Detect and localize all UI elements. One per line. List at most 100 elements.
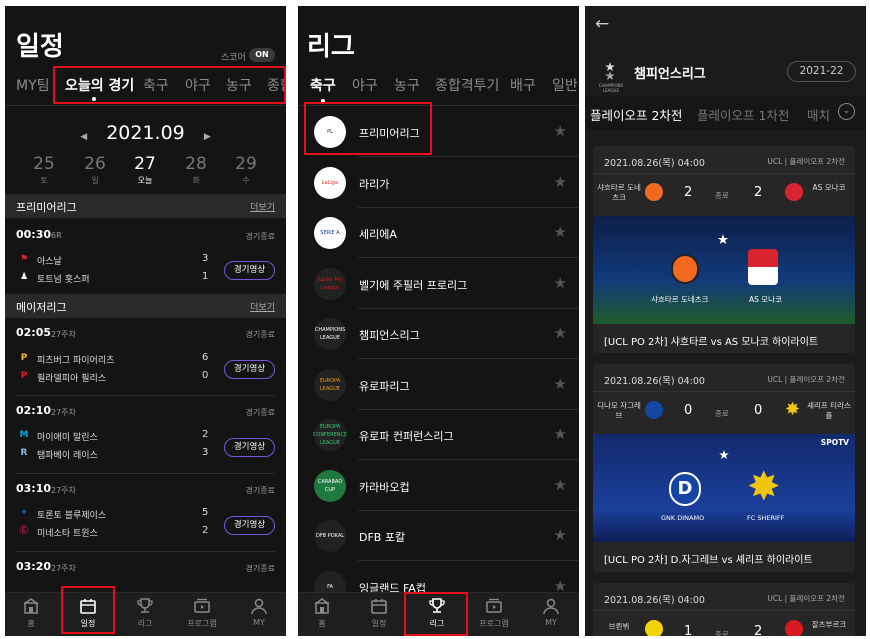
favorite-star-icon[interactable]: ★: [554, 274, 567, 292]
nav-home[interactable]: 홈: [11, 597, 51, 629]
away-team: 탬파베이 레이스: [37, 451, 98, 461]
more-link[interactable]: 더보기: [250, 300, 275, 313]
league-name: DFB 포칼: [359, 531, 406, 544]
nav-program[interactable]: 프로그램: [182, 597, 222, 629]
sheriff-crest-icon: ✸: [785, 399, 801, 420]
home-score: 2: [684, 185, 693, 200]
day-28[interactable]: 28 화: [176, 154, 216, 186]
game-card[interactable]: 00:30 6R 경기종료 ⚑ 아스날 3 ♟ 토트넘 홋스퍼 1 경기영상: [5, 218, 286, 294]
tab-playoff-1st[interactable]: 플레이오프 1차전: [697, 105, 789, 124]
game-card[interactable]: 02:10 27주차 경기종료 M 마이애미 말린스 2 R 탬파베이 레이스 …: [5, 396, 286, 474]
tab-general[interactable]: 일반: [552, 75, 578, 95]
league-logo-icon: PL: [314, 116, 346, 148]
league-item[interactable]: PL 프리미어리그 ★: [304, 107, 569, 157]
highlight-caption: [UCL PO 2차] D.자그레브 vs 셰리프 하이라이트: [604, 555, 813, 566]
favorite-star-icon[interactable]: ★: [554, 425, 567, 443]
tab-mma[interactable]: 종합격투기: [435, 75, 499, 95]
league-item[interactable]: EUROPA CONFERENCE LEAGUE 유로파 컨퍼런스리그 ★: [304, 410, 569, 460]
nav-schedule[interactable]: 일정: [68, 597, 108, 629]
game-video-button[interactable]: 경기영상: [224, 438, 275, 457]
nav-program[interactable]: 프로그램: [474, 597, 514, 629]
highlight-thumbnail[interactable]: SPOTV D ✸ GNK DINAMO FC SHERIFF: [593, 434, 855, 542]
home-icon: [23, 598, 39, 614]
ucl-logo-icon: [711, 232, 735, 256]
back-arrow-icon[interactable]: ←: [595, 14, 609, 34]
tab-playoff-2nd[interactable]: 플레이오프 2차전: [590, 105, 682, 124]
tab-basketball[interactable]: 농구: [226, 75, 252, 95]
game-card[interactable]: 03:20 27주차 경기종료: [5, 552, 286, 592]
tab-baseball[interactable]: 야구: [185, 75, 211, 95]
nav-schedule[interactable]: 일정: [359, 597, 399, 629]
away-team: 잘츠부르크: [811, 620, 847, 629]
calendar-icon: [371, 599, 387, 614]
tab-soccer[interactable]: 축구: [143, 75, 169, 95]
section-title: 프리미어리그: [16, 201, 77, 214]
tab-match[interactable]: 매치: [807, 105, 830, 124]
league-item[interactable]: CARABAO CUP 카라바오컵 ★: [304, 461, 569, 511]
monaco-crest-icon: [785, 183, 803, 201]
league-item[interactable]: LaLiga 라리가 ★: [304, 158, 569, 208]
favorite-star-icon[interactable]: ★: [554, 375, 567, 393]
favorite-star-icon[interactable]: ★: [554, 173, 567, 191]
league-name: 세리에A: [359, 228, 397, 241]
favorite-star-icon[interactable]: ★: [554, 476, 567, 494]
nav-my[interactable]: MY: [531, 597, 571, 627]
match-status: 종료: [715, 409, 729, 418]
tab-combined[interactable]: 종합: [267, 75, 286, 95]
sport-tabs: MY팀 오늘의 경기 축구 야구 농구 종합: [5, 70, 286, 104]
league-item[interactable]: Jupiler Pro League 벨기에 주필러 프로리그 ★: [304, 259, 569, 309]
season-selector[interactable]: 2021-22: [787, 61, 856, 82]
day-29[interactable]: 29 수: [226, 154, 266, 186]
day-25[interactable]: 25 토: [24, 154, 64, 186]
nav-label: MY: [253, 618, 265, 627]
favorite-star-icon[interactable]: ★: [554, 122, 567, 140]
thumbnail-home-name: 샤흐타르 도네츠크: [651, 295, 709, 304]
nav-label: 프로그램: [479, 619, 509, 628]
match-card[interactable]: 2021.08.26(목) 04:00 UCL | 플레이오프 2차전 샤흐타르…: [593, 146, 855, 353]
nav-my[interactable]: MY: [239, 597, 279, 627]
brondby-crest-icon: [645, 620, 663, 636]
game-video-button[interactable]: 경기영상: [224, 516, 275, 535]
league-item[interactable]: SERIE A 세리에A ★: [304, 208, 569, 258]
divider: [593, 173, 855, 174]
prev-month-icon[interactable]: ◀: [80, 132, 87, 142]
tottenham-icon: ♟: [19, 272, 29, 282]
tab-soccer[interactable]: 축구: [310, 75, 336, 95]
tab-baseball[interactable]: 야구: [352, 75, 378, 95]
more-link[interactable]: 더보기: [250, 200, 275, 213]
game-time: 02:05: [16, 326, 52, 339]
league-item[interactable]: CHAMPIONS LEAGUE 챔피언스리그 ★: [304, 309, 569, 359]
match-card[interactable]: 2021.08.26(목) 04:00 UCL | 플레이오프 2차전 디나모 …: [593, 364, 855, 572]
game-video-button[interactable]: 경기영상: [224, 261, 275, 280]
highlight-thumbnail[interactable]: 샤흐타르 도네츠크 AS 모나코: [593, 216, 855, 324]
tab-volleyball[interactable]: 배구: [510, 75, 536, 95]
tab-basketball[interactable]: 농구: [394, 75, 420, 95]
favorite-star-icon[interactable]: ★: [554, 526, 567, 544]
game-time: 00:30: [16, 228, 52, 241]
league-item[interactable]: DFB POKAL DFB 포칼 ★: [304, 511, 569, 561]
day-27[interactable]: 27 오늘: [125, 154, 165, 186]
favorite-star-icon[interactable]: ★: [554, 223, 567, 241]
league-logo-icon: EUROPA LEAGUE: [314, 368, 346, 401]
league-item[interactable]: EUROPA LEAGUE 유로파리그 ★: [304, 360, 569, 410]
game-card[interactable]: 03:10 27주차 경기종료 ✦ 토론토 블루제이스 5 Ⓒ 미네소타 트윈스…: [5, 474, 286, 552]
divider: [593, 391, 855, 392]
tab-todays-games[interactable]: 오늘의 경기: [65, 75, 134, 95]
nav-league[interactable]: 리그: [417, 597, 457, 629]
favorite-star-icon[interactable]: ★: [554, 324, 567, 342]
league-name: 라리가: [359, 177, 390, 191]
highlight-caption: [UCL PO 2차] 샤흐타르 vs AS 모나코 하이라이트: [604, 337, 819, 348]
match-card[interactable]: 2021.08.26(목) 04:00 UCL | 플레이오프 2차전 브뢴뷔 …: [593, 583, 855, 636]
day-26[interactable]: 26 일: [75, 154, 115, 186]
game-card[interactable]: 02:05 27주차 경기종료 P 피츠버그 파이어리츠 6 P 필라델피아 필…: [5, 318, 286, 396]
day-number: 25: [33, 154, 55, 174]
tab-my-team[interactable]: MY팀: [16, 75, 50, 95]
chevron-down-icon[interactable]: ⌄: [838, 103, 855, 120]
nav-home[interactable]: 홈: [302, 597, 342, 629]
nav-league[interactable]: 리그: [125, 597, 165, 629]
score-toggle[interactable]: ON: [249, 48, 275, 62]
day-number: 26: [84, 154, 106, 174]
next-month-icon[interactable]: ▶: [204, 132, 211, 142]
league-name: 카라바오컵: [359, 480, 410, 494]
game-video-button[interactable]: 경기영상: [224, 360, 275, 379]
